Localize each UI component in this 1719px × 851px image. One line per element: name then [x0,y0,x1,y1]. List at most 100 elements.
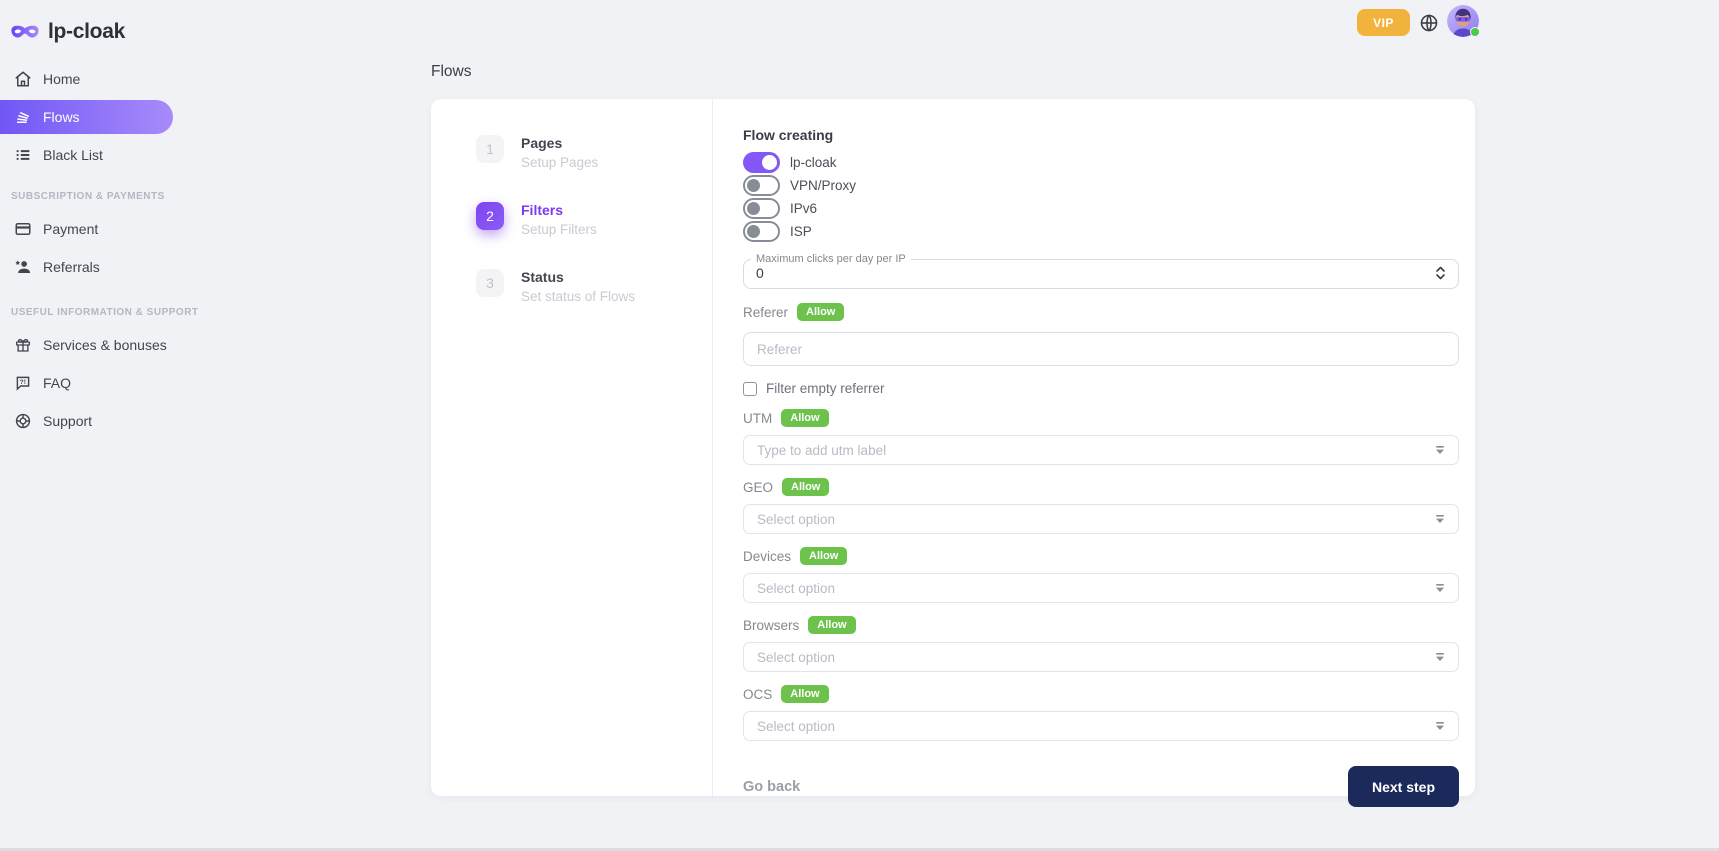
sidebar-item-black-list[interactable]: Black List [0,138,182,172]
sidebar-item-label: Support [43,413,92,429]
toggle-list: lp-cloak VPN/Proxy IPv6 ISP [743,151,1459,243]
ocs-select[interactable]: Select option [743,711,1459,741]
sidebar-nav: HomeFlowsBlack ListSUBSCRIPTION & PAYMEN… [0,62,182,438]
filter-empty-referrer[interactable]: Filter empty referrer [743,381,1459,396]
toggle-row-lp-cloak: lp-cloak [743,151,1459,174]
dropdown-caret-icon [1435,446,1445,454]
sidebar-item-faq[interactable]: ?!FAQ [0,366,182,400]
flow-card: 1PagesSetup Pages2FiltersSetup Filters3S… [431,99,1475,796]
dropdown-caret-icon [1435,653,1445,661]
select-placeholder: Select option [757,512,835,527]
field-label-row: UTM Allow [743,409,1459,427]
sidebar: lp-cloak HomeFlowsBlack ListSUBSCRIPTION… [0,0,182,851]
page-title: Flows [431,63,471,81]
step-title: Filters [521,202,597,219]
referer-allow-badge[interactable]: Allow [797,303,844,321]
sidebar-item-home[interactable]: Home [0,62,182,96]
referrals-icon [14,258,32,276]
field-group-browsers: Browsers Allow Select option [743,616,1459,672]
black-list-icon [14,146,32,164]
sidebar-item-flows[interactable]: Flows [0,100,173,134]
number-stepper-icon[interactable] [1435,265,1446,281]
toggle-label: lp-cloak [790,155,837,170]
select-placeholder: Select option [757,581,835,596]
field-label: Browsers [743,618,799,633]
referer-label-row: Referer Allow [743,303,1459,321]
field-label-row: GEO Allow [743,478,1459,496]
sidebar-item-label: Services & bonuses [43,337,167,353]
step-filters[interactable]: 2FiltersSetup Filters [476,202,712,237]
toggle-knob [762,155,777,170]
step-title: Status [521,269,635,286]
step-number: 1 [476,135,504,163]
field-label-row: Browsers Allow [743,616,1459,634]
toggle-label: IPv6 [790,201,817,216]
brand-logo: lp-cloak [0,10,182,46]
select-placeholder: Type to add utm label [757,443,886,458]
gift-icon [14,336,32,354]
online-status-dot [1470,27,1480,37]
select-placeholder: Select option [757,719,835,734]
field-label: UTM [743,411,772,426]
field-label: OCS [743,687,772,702]
max-clicks-label: Maximum clicks per day per IP [751,253,911,265]
geo-allow-badge[interactable]: Allow [782,478,829,496]
sidebar-item-support[interactable]: Support [0,404,182,438]
field-label-row: OCS Allow [743,685,1459,703]
next-step-button[interactable]: Next step [1348,766,1459,807]
sidebar-item-referrals[interactable]: Referrals [0,250,182,284]
toggle-label: VPN/Proxy [790,178,856,193]
support-icon [14,412,32,430]
geo-select[interactable]: Select option [743,504,1459,534]
flow-creating-form: Flow creating lp-cloak VPN/Proxy IPv6 ISP M… [713,99,1475,796]
step-subtitle: Setup Filters [521,222,597,237]
step-number: 3 [476,269,504,297]
sidebar-item-label: Referrals [43,259,100,275]
toggle-row-vpn-proxy: VPN/Proxy [743,174,1459,197]
dropdown-caret-icon [1435,722,1445,730]
toggle-switch[interactable] [743,152,780,173]
toggle-switch[interactable] [743,221,780,242]
utm-select[interactable]: Type to add utm label [743,435,1459,465]
sidebar-item-payment[interactable]: Payment [0,212,182,246]
brand-name: lp-cloak [48,20,125,44]
field-group-geo: GEO Allow Select option [743,478,1459,534]
ocs-allow-badge[interactable]: Allow [781,685,828,703]
utm-allow-badge[interactable]: Allow [781,409,828,427]
sidebar-item-label: Black List [43,147,103,163]
dropdown-caret-icon [1435,515,1445,523]
avatar[interactable] [1447,5,1479,37]
step-pages[interactable]: 1PagesSetup Pages [476,135,712,170]
toggle-knob [747,225,760,238]
devices-allow-badge[interactable]: Allow [800,547,847,565]
flows-icon [14,108,32,126]
browsers-allow-badge[interactable]: Allow [808,616,855,634]
globe-icon[interactable] [1419,13,1439,33]
max-clicks-input[interactable] [756,265,956,281]
dropdown-caret-icon [1435,584,1445,592]
field-label: GEO [743,480,773,495]
field-group-devices: DevicesAllowSelect option [743,547,1459,603]
faq-icon: ?! [14,374,32,392]
sidebar-item-label: Payment [43,221,98,237]
browsers-select[interactable]: Select option [743,642,1459,672]
vip-badge[interactable]: VIP [1357,9,1410,36]
toggle-switch[interactable] [743,175,780,196]
filter-field-list: UTM Allow Type to add utm label GEO Allow Sel… [743,409,1459,741]
home-icon [14,70,32,88]
filter-empty-referrer-label: Filter empty referrer [766,381,885,396]
field-group-utm: UTM Allow Type to add utm label [743,409,1459,465]
sidebar-item-label: Flows [43,109,80,125]
sidebar-item-services-bonuses[interactable]: Services & bonuses [0,328,182,362]
step-status[interactable]: 3StatusSet status of Flows [476,269,712,304]
go-back-button[interactable]: Go back [743,779,800,795]
toggle-row-isp: ISP [743,220,1459,243]
sidebar-item-label: Home [43,71,80,87]
form-title: Flow creating [743,127,1459,143]
toggle-switch[interactable] [743,198,780,219]
filter-empty-referrer-checkbox[interactable] [743,382,757,396]
toggle-row-ipv6: IPv6 [743,197,1459,220]
toggle-knob [747,202,760,215]
devices-select[interactable]: Select option [743,573,1459,603]
referer-input[interactable] [743,332,1459,366]
